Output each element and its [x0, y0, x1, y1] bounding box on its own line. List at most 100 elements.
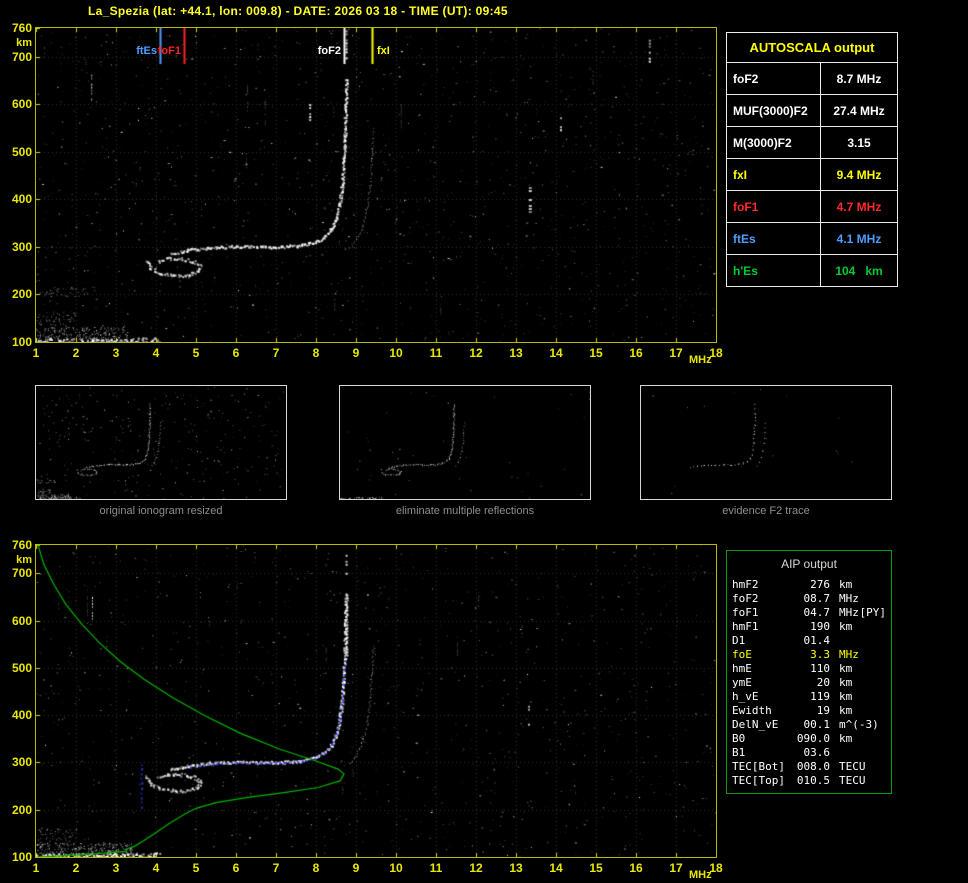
aip-param-unit: km	[839, 704, 853, 717]
aip-output-table: AIP output hmF2 276 km foF2 08.7 MHz foF1 04.7 M…	[726, 550, 892, 794]
x-axis-tick-label: 12	[469, 346, 483, 360]
x-axis-tick-label: 12	[469, 861, 483, 875]
aip-param-unit: km	[839, 578, 853, 591]
critical-frequency-marker-label: fxI	[377, 45, 390, 57]
y-axis-unit-label: km	[16, 37, 32, 49]
thumbnail-original-ionogram	[35, 385, 287, 500]
aip-row: h_vE 119 km	[727, 690, 891, 704]
autoscala-param-value: 4.1 MHz	[820, 222, 898, 255]
main-ionogram-canvas	[35, 27, 717, 343]
thumbnail-caption-original: original ionogram resized	[99, 505, 223, 517]
x-axis-tick-label: 6	[232, 346, 240, 360]
aip-param-name: Ewidth	[732, 704, 772, 717]
x-axis-tick-label: 4	[152, 346, 160, 360]
aip-param-value: 04.7	[803, 606, 831, 619]
autoscala-param-value: 9.4 MHz	[820, 158, 898, 191]
aip-param-value: 03.6	[803, 746, 831, 759]
aip-param-unit: km	[839, 690, 853, 703]
aip-param-value: 110	[810, 662, 830, 675]
y-axis-unit-label: km	[16, 554, 32, 566]
aip-param-name: D1	[732, 634, 746, 647]
thumbnail-cleaned-ionogram	[339, 385, 591, 500]
x-axis-tick-label: 9	[352, 346, 360, 360]
aip-param-name: DelN_vE	[732, 718, 779, 731]
aip-param-value: 119	[810, 690, 830, 703]
aip-param-unit: MHz	[839, 606, 859, 619]
autoscala-row: MUF(3000)F2 27.4 MHz	[726, 94, 898, 127]
autoscala-title-row: AUTOSCALA output	[726, 32, 898, 63]
aip-param-unit: TECU	[839, 760, 866, 773]
aip-param-value: 010.5	[796, 774, 830, 787]
thumbnail-caption-f2: evidence F2 trace	[722, 505, 810, 517]
critical-frequency-marker-label: ftEs	[136, 45, 157, 57]
profile-ionogram-canvas	[35, 544, 717, 858]
x-axis-tick-label: 16	[629, 346, 643, 360]
aip-param-unit: TECU	[839, 774, 866, 787]
aip-param-name: h_vE	[732, 690, 759, 703]
x-axis-tick-label: 6	[232, 861, 240, 875]
x-axis-tick-label: 17	[669, 346, 683, 360]
aip-param-value: 190	[810, 620, 830, 633]
aip-param-unit: km	[839, 662, 853, 675]
aip-param-name: ymE	[732, 676, 752, 689]
thumbnail-f2-trace	[640, 385, 892, 500]
x-axis-tick-label: 1	[32, 861, 40, 875]
y-axis-tick-label: 400	[11, 192, 32, 207]
y-axis-tick-label: 200	[11, 802, 32, 817]
aip-param-value: 3.3	[810, 648, 830, 661]
x-axis-tick-label: 16	[629, 861, 643, 875]
x-axis-tick-label: 11	[429, 861, 443, 875]
aip-param-name: TEC[Bot]	[732, 760, 785, 773]
aip-param-name: foE	[732, 648, 752, 661]
autoscala-param-value: 4.7 MHz	[820, 190, 898, 223]
y-axis-tick-label: 600	[11, 97, 32, 112]
aip-rows: hmF2 276 km foF2 08.7 MHz foF1 04.7 MHz [PY] hmF1 1…	[727, 578, 891, 788]
y-axis-tick-label: 300	[11, 755, 32, 770]
autoscala-param-value: 8.7 MHz	[820, 62, 898, 95]
aip-param-value: 20	[816, 676, 830, 689]
y-axis-tick-label: 300	[11, 239, 32, 254]
x-axis-tick-label: 4	[152, 861, 160, 875]
aip-row: ymE 20 km	[727, 676, 891, 690]
x-axis-tick-label: 8	[312, 346, 320, 360]
autoscala-param-value: 27.4 MHz	[820, 94, 898, 127]
autoscala-row: ftEs 4.1 MHz	[726, 222, 898, 255]
aip-row: TEC[Top] 010.5 TECU	[727, 774, 891, 788]
aip-param-value: 00.1	[803, 718, 831, 731]
x-axis-tick-label: 14	[549, 346, 563, 360]
aip-row: foF1 04.7 MHz [PY]	[727, 606, 891, 620]
aip-row: Ewidth 19 km	[727, 704, 891, 718]
x-axis-tick-label: 7	[272, 346, 280, 360]
y-axis-tick-label: 200	[11, 287, 32, 302]
autoscala-row: M(3000)F2 3.15	[726, 126, 898, 159]
aip-param-name: hmE	[732, 662, 752, 675]
aip-title: AIP output	[781, 557, 837, 571]
x-axis-tick-label: 1	[32, 346, 40, 360]
aip-param-extra: [PY]	[859, 606, 887, 619]
y-axis-tick-label: 700	[11, 566, 32, 581]
x-axis-tick-label: 15	[589, 346, 603, 360]
autoscala-param-name: foF2	[726, 62, 821, 95]
aip-param-unit: MHz	[839, 592, 859, 605]
x-axis-tick-label: 2	[72, 861, 80, 875]
autoscala-row: foF1 4.7 MHz	[726, 190, 898, 223]
y-axis-tick-label: 400	[11, 708, 32, 723]
autoscala-param-name: M(3000)F2	[726, 126, 821, 159]
y-axis-tick-label: 600	[11, 613, 32, 628]
aip-row: hmE 110 km	[727, 662, 891, 676]
autoscala-param-value: 104 km	[820, 254, 898, 287]
critical-frequency-marker-label: foF2	[317, 45, 341, 57]
x-axis-tick-label: 3	[112, 346, 120, 360]
aip-param-value: 008.0	[796, 760, 830, 773]
critical-frequency-marker-label: foF1	[157, 45, 181, 57]
x-axis-tick-label: 2	[72, 346, 80, 360]
aip-param-value: 01.4	[803, 634, 831, 647]
autoscala-title: AUTOSCALA output	[726, 32, 898, 63]
thumbnail-caption-cleaned: eliminate multiple reflections	[395, 505, 535, 517]
autoscala-param-name: h'Es	[726, 254, 821, 287]
x-axis-tick-label: 8	[312, 861, 320, 875]
autoscala-param-name: fxI	[726, 158, 821, 191]
x-axis-tick-label: 15	[589, 861, 603, 875]
aip-param-unit: MHz	[839, 648, 859, 661]
x-axis-tick-label: 10	[389, 346, 403, 360]
